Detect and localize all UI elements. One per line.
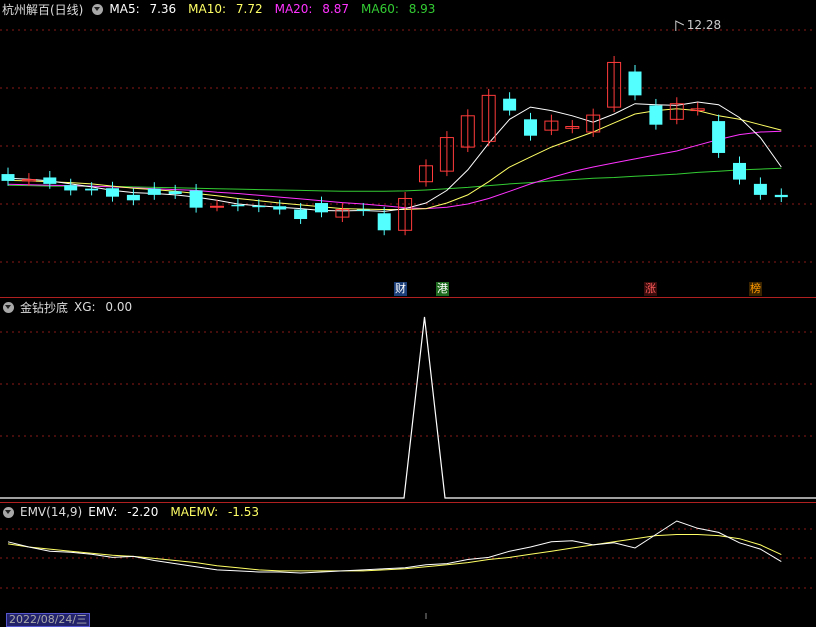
candle-body [356, 209, 370, 211]
dropdown-icon[interactable] [92, 3, 104, 15]
candle-body [210, 205, 224, 208]
emv-indicator-name: EMV(14,9) [20, 505, 83, 519]
maemv-line [7, 534, 782, 572]
candle-body [273, 206, 287, 210]
candle-body [1, 174, 15, 181]
ma10-line [7, 108, 782, 210]
candle-body [147, 188, 161, 195]
tag-cai[interactable]: 财 [394, 282, 407, 296]
ma20-line [7, 130, 782, 210]
date-cursor-label: 2022/08/24/三 [6, 613, 91, 627]
tag-gang[interactable]: 港 [436, 282, 449, 296]
xg-chart[interactable] [0, 298, 816, 502]
xg-line [0, 316, 816, 499]
candle-body [168, 191, 182, 194]
maemv-value: MAEMV: -1.53 [170, 505, 260, 519]
candle-body [189, 190, 203, 208]
candle-body [503, 98, 517, 111]
xg-indicator-name: 金钻抄底 [20, 300, 69, 315]
candle-body [774, 194, 788, 198]
emv-header: EMV(14,9) EMV: -2.20 MAEMV: -1.53 [0, 503, 271, 521]
candle-body [126, 194, 140, 201]
xg-header: 金钻抄底 XG: 0.00 [0, 298, 144, 316]
ma60-label: MA60: 8.93 [361, 2, 436, 16]
indicator-emv-panel[interactable]: EMV(14,9) EMV: -2.20 MAEMV: -1.53 2022/0… [0, 503, 816, 627]
dropdown-icon[interactable] [3, 506, 14, 518]
candle-body [712, 121, 726, 153]
candle-body [315, 203, 328, 213]
stock-title: 杭州解百(日线) [2, 2, 84, 17]
emv-value: EMV: -2.20 [88, 505, 159, 519]
dropdown-icon[interactable] [3, 301, 14, 313]
candle-body [753, 183, 767, 195]
candle-body [649, 105, 663, 125]
candle-body [43, 177, 57, 184]
xg-value: XG: 0.00 [74, 300, 133, 314]
kline-chart[interactable]: 12.28 [0, 0, 816, 297]
candle-body [628, 71, 642, 96]
indicator-xg-panel[interactable]: 金钻抄底 XG: 0.00 [0, 298, 816, 502]
candle-body [106, 188, 119, 197]
candle-body [85, 188, 99, 191]
tag-zhang[interactable]: 涨 [644, 282, 657, 296]
tag-bang[interactable]: 榜 [749, 282, 762, 296]
ma5-label: MA5: 7.36 [109, 2, 177, 16]
candle-body [294, 209, 308, 220]
high-marker-label: 12.28 [687, 18, 721, 32]
candle-body [64, 185, 78, 191]
candle-body [524, 119, 537, 136]
emv-line [7, 520, 782, 574]
candle-body [733, 162, 746, 180]
candle-body [231, 204, 245, 207]
ma5-line [7, 101, 782, 212]
ma20-label: MA20: 8.87 [274, 2, 350, 16]
ma10-label: MA10: 7.72 [188, 2, 263, 16]
kline-panel[interactable]: 杭州解百(日线) MA5: 7.36 MA10: 7.72 MA20: 8.87… [0, 0, 816, 297]
candle-body [252, 205, 266, 208]
kline-header: 杭州解百(日线) MA5: 7.36 MA10: 7.72 MA20: 8.87… [0, 0, 447, 18]
candle-body [377, 213, 391, 231]
